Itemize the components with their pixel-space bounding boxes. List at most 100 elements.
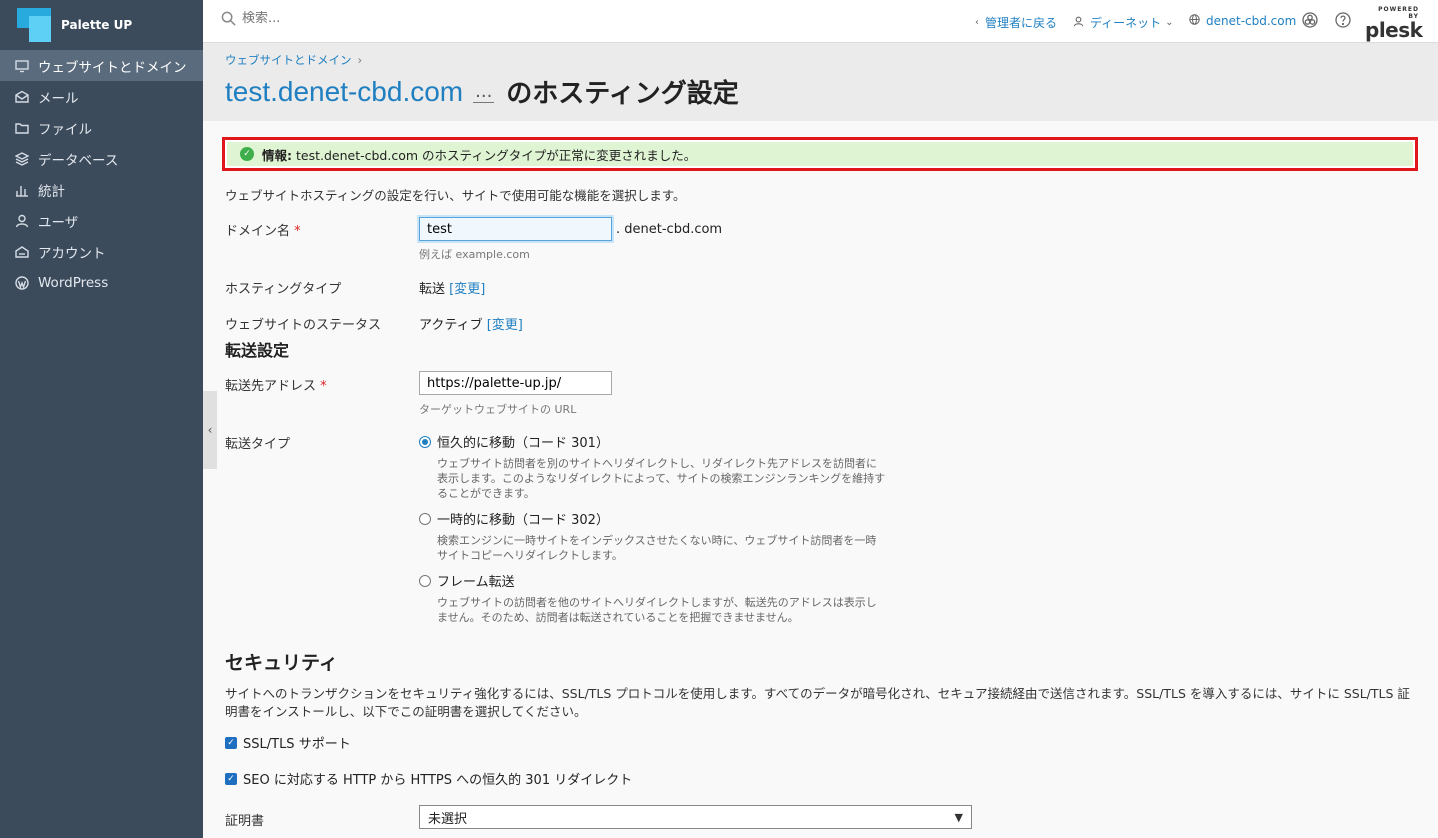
user-name: ディーネット (1090, 16, 1162, 30)
radio-302-row[interactable]: 一時的に移動（コード 302） (419, 509, 887, 528)
monitor-icon (14, 58, 30, 74)
radio-301-row[interactable]: 恒久的に移動（コード 301） (419, 432, 887, 451)
chevron-down-icon: ⌄ (1165, 17, 1174, 28)
certificate-select[interactable]: 未選択 ▼ (419, 805, 972, 829)
sidebar-item-websites-domains[interactable]: ウェブサイトとドメイン (0, 50, 203, 81)
domain-name-input[interactable] (419, 217, 612, 241)
sidebar-item-label: データベース (38, 152, 119, 169)
radio-option-301: 恒久的に移動（コード 301） ウェブサイト訪問者を別のサイトへリダイレクトし、… (419, 432, 887, 501)
required-marker: * (294, 224, 301, 239)
hosting-type-value: 転送 [変更] (419, 278, 485, 297)
forward-address-label-text: 転送先アドレス (225, 379, 317, 394)
sidebar-item-label: WordPress (38, 274, 109, 291)
domain-label: ドメイン名 * (225, 220, 301, 239)
radio-option-frame: フレーム転送 ウェブサイトの訪問者を他のサイトへリダイレクトしますが、転送先のア… (419, 571, 887, 625)
search-input[interactable] (242, 11, 442, 26)
page-title-text: のホスティング設定 (506, 79, 739, 109)
search-icon (221, 11, 236, 26)
sidebar-item-files[interactable]: ファイル (0, 112, 203, 143)
search-box[interactable] (221, 11, 442, 26)
radio-301[interactable] (419, 435, 431, 448)
sidebar-item-wordpress[interactable]: WordPress (0, 267, 203, 298)
chart-icon (14, 182, 30, 198)
domain-switcher[interactable]: denet-cbd.com (1189, 14, 1296, 28)
alert-message: test.denet-cbd.com のホスティングタイプが正常に変更されました… (296, 147, 697, 163)
forward-address-label: 転送先アドレス * (225, 375, 327, 394)
security-desc: サイトへのトランザクションをセキュリティ強化するには、SSL/TLS プロトコル… (225, 686, 1410, 719)
sidebar-item-account[interactable]: アカウント (0, 236, 203, 267)
mail-icon (14, 89, 30, 105)
chevron-down-icon: ▼ (954, 810, 963, 824)
change-hosting-type-link[interactable]: [変更] (449, 282, 485, 297)
user-icon (1073, 16, 1084, 30)
radio-frame-desc: ウェブサイトの訪問者を他のサイトへリダイレクトしますが、転送先のアドレスは表示し… (437, 596, 877, 624)
brand[interactable]: Palette UP (0, 0, 203, 50)
user-menu[interactable]: ディーネット ⌄ (1073, 14, 1174, 31)
extensions-icon[interactable] (1302, 12, 1320, 30)
database-icon (14, 151, 30, 167)
forward-type-label: 転送タイプ (225, 437, 291, 452)
certificate-label: 証明書 (225, 814, 265, 829)
sidebar-collapse-handle[interactable]: ‹ (203, 391, 217, 469)
plesk-name: plesk (1365, 18, 1423, 42)
radio-option-302: 一時的に移動（コード 302） 検索エンジンに一時サイトをインデックスさせたくな… (419, 509, 887, 563)
radio-302[interactable] (419, 512, 431, 525)
sidebar-item-label: メール (38, 90, 79, 107)
domain-suffix: . denet-cbd.com (616, 222, 723, 237)
domain-label-text: ドメイン名 (225, 224, 291, 239)
forward-settings-title: 転送設定 (225, 341, 290, 360)
certificate-selected-value: 未選択 (428, 811, 468, 827)
brand-name: Palette UP (61, 18, 133, 32)
sidebar-item-users[interactable]: ユーザ (0, 205, 203, 236)
page-title-domain: test.denet-cbd.com (225, 75, 464, 107)
radio-frame-label: フレーム転送 (437, 575, 515, 590)
more-options-button[interactable]: ... (473, 81, 495, 103)
hosting-type-text: 転送 (419, 282, 446, 297)
forward-address-input[interactable] (419, 371, 612, 395)
account-icon (14, 244, 30, 260)
required-marker: * (320, 379, 327, 394)
folder-icon (14, 120, 30, 136)
user-icon (14, 213, 30, 229)
radio-302-desc: 検索エンジンに一時サイトをインデックスさせたくない時に、ウェブサイト訪問者を一時… (437, 534, 877, 562)
page-header: ウェブサイトとドメイン › test.denet-cbd.com ... のホステ… (203, 43, 1438, 121)
status-label: ウェブサイトのステータス (225, 318, 382, 333)
sidebar-item-label: 統計 (38, 183, 65, 200)
seo-redirect-option[interactable]: ✓ SEO に対応する HTTP から HTTPS への恒久的 301 リダイレク… (225, 769, 632, 788)
domain-name: denet-cbd.com (1206, 14, 1297, 28)
security-title: セキュリティ (225, 652, 338, 674)
page-title: test.denet-cbd.com ... のホスティング設定 (225, 73, 739, 110)
wordpress-icon (14, 275, 30, 291)
back-to-admin-label: 管理者に戻る (985, 16, 1058, 30)
topbar: ‹ 管理者に戻る ディーネット ⌄ denet-cbd.com POWERED … (203, 0, 1438, 43)
radio-301-desc: ウェブサイト訪問者を別のサイトへリダイレクトし、リダイレクト先アドレスを訪問者に… (437, 457, 886, 500)
ssl-support-checkbox[interactable]: ✓ (225, 736, 237, 749)
status-text: アクティブ (419, 318, 483, 333)
sidebar: Palette UP ウェブサイトとドメイン メール ファイル データベース 統… (0, 0, 203, 838)
help-icon[interactable] (1335, 12, 1353, 30)
ssl-support-option[interactable]: ✓ SSL/TLS サポート (225, 733, 351, 752)
sidebar-item-mail[interactable]: メール (0, 81, 203, 112)
seo-redirect-label: SEO に対応する HTTP から HTTPS への恒久的 301 リダイレクト (243, 773, 633, 788)
sidebar-item-statistics[interactable]: 統計 (0, 174, 203, 205)
seo-redirect-checkbox[interactable]: ✓ (225, 772, 237, 785)
brand-logo-icon (17, 8, 51, 42)
radio-frame-row[interactable]: フレーム転送 (419, 571, 887, 590)
status-value: アクティブ [変更] (419, 314, 523, 333)
radio-frame[interactable] (419, 574, 431, 587)
sidebar-item-label: ファイル (38, 121, 92, 138)
hosting-type-label: ホスティングタイプ (225, 282, 342, 297)
domain-hint: 例えば example.com (419, 248, 530, 261)
breadcrumb-link[interactable]: ウェブサイトとドメイン (225, 53, 352, 67)
radio-301-label: 恒久的に移動（コード 301） (437, 436, 609, 451)
sidebar-item-databases[interactable]: データベース (0, 143, 203, 174)
back-to-admin-link[interactable]: ‹ 管理者に戻る (975, 14, 1057, 31)
sidebar-item-label: アカウント (38, 245, 106, 262)
forward-address-hint: ターゲットウェブサイトの URL (419, 403, 577, 416)
change-status-link[interactable]: [変更] (487, 318, 523, 333)
breadcrumb-separator: › (357, 53, 363, 67)
chevron-left-icon: ‹ (975, 17, 979, 28)
alert-label: 情報: (262, 147, 292, 163)
ssl-support-label: SSL/TLS サポート (243, 737, 351, 752)
plesk-logo: POWERED BY plesk (1365, 6, 1423, 42)
